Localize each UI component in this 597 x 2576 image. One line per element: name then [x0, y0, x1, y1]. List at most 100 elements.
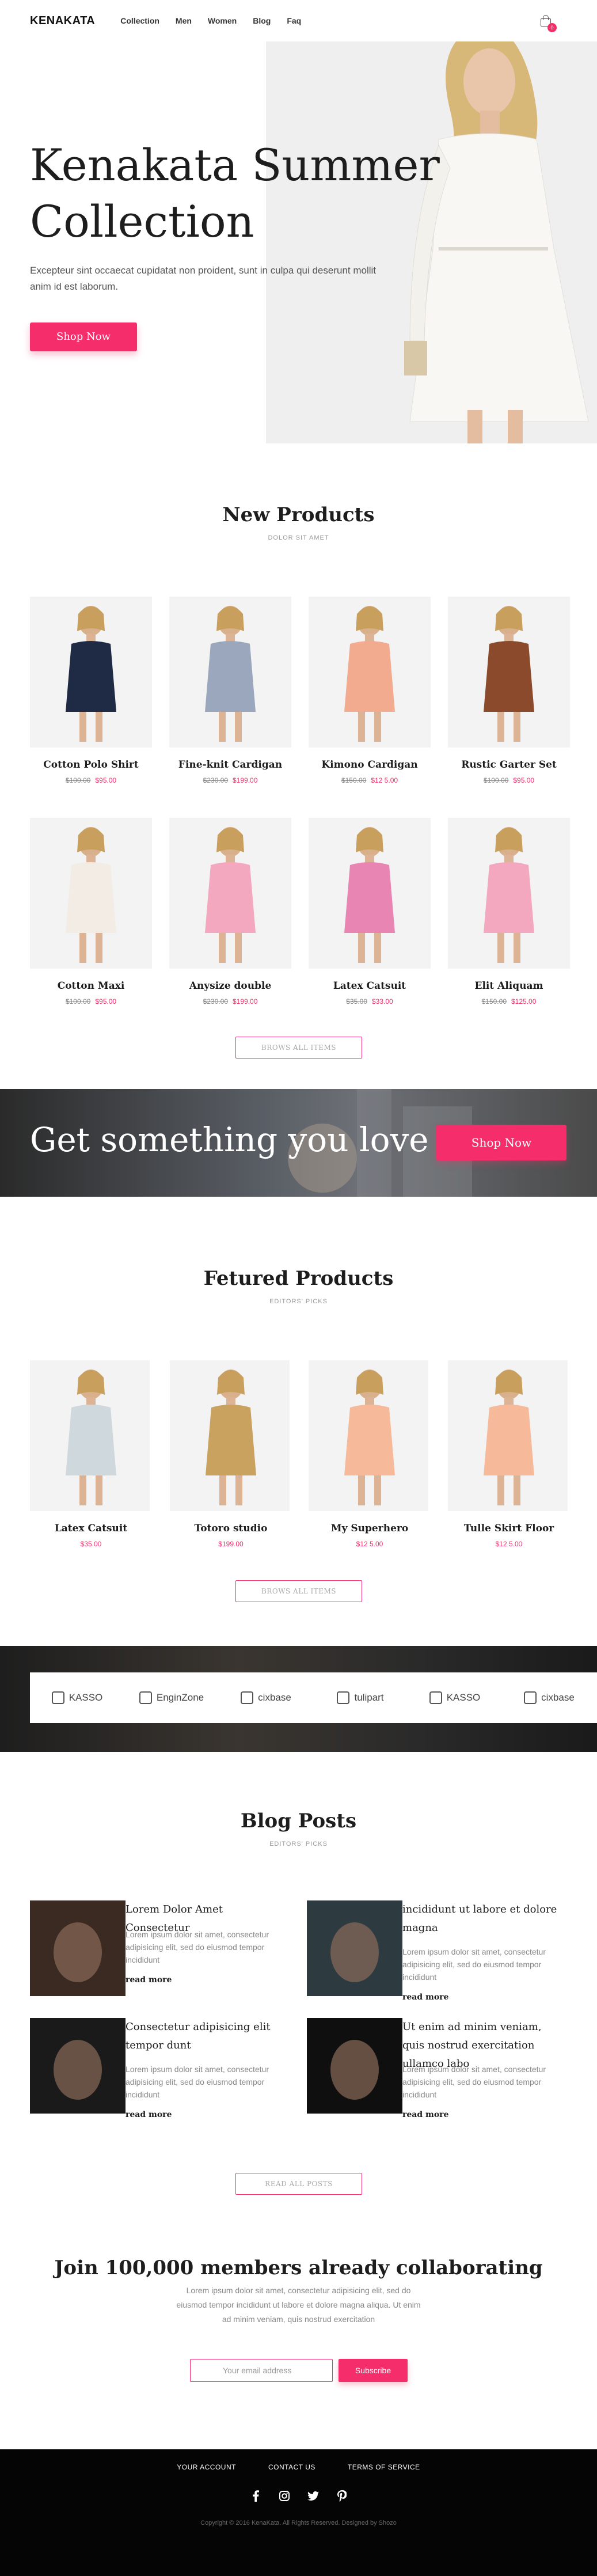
site-logo[interactable]: KENAKATA — [30, 14, 95, 28]
blog-post-image[interactable] — [30, 1900, 126, 1996]
footer-social — [0, 2490, 597, 2502]
product-image[interactable] — [30, 1360, 150, 1511]
brand-logo[interactable]: KASSO — [30, 1691, 124, 1704]
product-image[interactable] — [309, 1360, 428, 1511]
blog-post-card[interactable]: incididunt ut labore et dolore magna Lore… — [307, 1900, 566, 2002]
product-name[interactable]: Latex Catsuit — [30, 1523, 152, 1534]
brand-name: EnginZone — [156, 1692, 204, 1703]
product-image[interactable] — [30, 818, 152, 969]
banner-headline: Get something you love — [30, 1120, 429, 1159]
product-image[interactable] — [448, 1360, 568, 1511]
featured-products-subtitle: EDITORS' PICKS — [269, 1298, 328, 1305]
product-image[interactable] — [170, 1360, 290, 1511]
brand-logo[interactable]: cixbase — [219, 1691, 313, 1704]
read-more-link[interactable]: read more — [126, 2110, 172, 2119]
product-card[interactable]: Cotton Maxi $100.00 $95.00 — [30, 818, 152, 1006]
twitter-icon[interactable] — [307, 2490, 320, 2502]
product-card[interactable]: Anysize double $230.00 $199.00 — [169, 818, 291, 1006]
product-image[interactable] — [448, 597, 570, 748]
browse-featured-button[interactable]: BROWS ALL ITEMS — [235, 1580, 362, 1602]
nav-item-blog[interactable]: Blog — [253, 16, 271, 25]
product-card[interactable]: Rustic Garter Set $100.00 $95.00 — [448, 597, 570, 784]
nav-item-women[interactable]: Women — [208, 16, 237, 25]
browse-new-products-button[interactable]: BROWS ALL ITEMS — [235, 1037, 362, 1059]
blog-post-card[interactable]: Ut enim ad minim veniam, quis nostrud ex… — [307, 2018, 566, 2119]
product-name[interactable]: Cotton Maxi — [30, 980, 152, 992]
product-price: $150.00 $12 5.00 — [309, 776, 431, 784]
product-card[interactable]: Latex Catsuit $35.00 $33.00 — [309, 818, 431, 1006]
footer-link-contact[interactable]: CONTACT US — [268, 2463, 315, 2471]
brand-logo[interactable]: EnginZone — [124, 1691, 219, 1704]
nav-item-collection[interactable]: Collection — [120, 16, 159, 25]
blog-post-image[interactable] — [30, 2018, 126, 2114]
brand-logo[interactable]: cixbase — [502, 1691, 596, 1704]
product-name[interactable]: Elit Aliquam — [448, 980, 570, 992]
cart-button[interactable]: 0 — [541, 15, 557, 32]
product-price: $150.00 $125.00 — [448, 997, 570, 1006]
blog-post-title[interactable]: incididunt ut labore et dolore magna — [402, 1900, 566, 1937]
product-name[interactable]: Tulle Skirt Floor — [448, 1523, 570, 1534]
banner-shop-now-button[interactable]: Shop Now — [436, 1125, 566, 1160]
read-more-link[interactable]: read more — [126, 1975, 172, 1985]
featured-product-card[interactable]: Latex Catsuit $35.00 — [30, 1360, 152, 1548]
brand-name: cixbase — [541, 1692, 575, 1703]
read-more-link[interactable]: read more — [402, 2110, 448, 2119]
product-name[interactable]: Latex Catsuit — [309, 980, 431, 992]
cixbase-logo-icon — [241, 1691, 254, 1704]
instagram-icon[interactable] — [278, 2490, 291, 2502]
featured-product-card[interactable]: Tulle Skirt Floor $12 5.00 — [448, 1360, 570, 1548]
product-name[interactable]: Kimono Cardigan — [309, 759, 431, 771]
blog-post-card[interactable]: Lorem Dolor Amet Consectetur Lorem ipsum … — [30, 1900, 289, 1996]
product-card[interactable]: Cotton Polo Shirt $100.00 $95.00 — [30, 597, 152, 784]
product-price: $12 5.00 — [309, 1540, 431, 1548]
product-old-price: $230.00 — [203, 776, 228, 784]
footer-link-account[interactable]: YOUR ACCOUNT — [177, 2463, 236, 2471]
featured-product-card[interactable]: Totoro studio $199.00 — [170, 1360, 292, 1548]
product-name[interactable]: Anysize double — [169, 980, 291, 992]
product-image[interactable] — [169, 597, 291, 748]
product-card[interactable]: Kimono Cardigan $150.00 $12 5.00 — [309, 597, 431, 784]
main-nav: Collection Men Women Blog Faq — [120, 16, 301, 25]
pinterest-icon[interactable] — [336, 2490, 348, 2502]
product-price: $230.00 $199.00 — [169, 776, 291, 784]
product-card[interactable]: Elit Aliquam $150.00 $125.00 — [448, 818, 570, 1006]
subscribe-button[interactable]: Subscribe — [339, 2359, 408, 2382]
product-price: $12 5.00 — [448, 1540, 570, 1548]
product-card[interactable]: Fine-knit Cardigan $230.00 $199.00 — [169, 597, 291, 784]
footer-link-terms[interactable]: TERMS OF SERVICE — [348, 2463, 420, 2471]
product-sale-price: $199.00 — [233, 997, 258, 1006]
blog-post-image[interactable] — [307, 1900, 402, 1996]
product-name[interactable]: Totoro studio — [170, 1523, 292, 1534]
blog-post-image[interactable] — [307, 2018, 402, 2114]
nav-item-faq[interactable]: Faq — [287, 16, 301, 25]
read-more-link[interactable]: read more — [402, 1993, 448, 2002]
brands-section: KASSO EnginZone cixbase tulipart KASSO cixbas… — [0, 1646, 597, 1752]
read-all-posts-button[interactable]: READ ALL POSTS — [235, 2173, 362, 2195]
newsletter-email-input[interactable]: Your email address — [190, 2359, 333, 2382]
site-footer: YOUR ACCOUNT CONTACT US TERMS OF SERVICE… — [0, 2449, 597, 2576]
facebook-icon[interactable] — [249, 2490, 262, 2502]
blog-post-card[interactable]: Consectetur adipisicing elit tempor dunt… — [30, 2018, 289, 2119]
product-image[interactable] — [448, 818, 570, 969]
blog-post-title[interactable]: Consectetur adipisicing elit tempor dunt — [126, 2018, 289, 2055]
product-sale-price: $95.00 — [95, 997, 117, 1006]
product-name[interactable]: Fine-knit Cardigan — [169, 759, 291, 771]
product-image[interactable] — [309, 597, 431, 748]
product-old-price: $230.00 — [203, 997, 228, 1006]
brand-logo[interactable]: tulipart — [313, 1691, 408, 1704]
product-sale-price: $12 5.00 — [495, 1540, 523, 1548]
kasso-logo-icon — [429, 1691, 442, 1704]
product-image[interactable] — [309, 818, 431, 969]
product-old-price: $150.00 — [341, 776, 367, 784]
brand-logo[interactable]: KASSO — [408, 1691, 502, 1704]
product-image[interactable] — [169, 818, 291, 969]
hero-shop-now-button[interactable]: Shop Now — [30, 323, 137, 351]
product-name[interactable]: Cotton Polo Shirt — [30, 759, 152, 771]
product-name[interactable]: Rustic Garter Set — [448, 759, 570, 771]
footer-links: YOUR ACCOUNT CONTACT US TERMS OF SERVICE — [0, 2463, 597, 2471]
featured-product-card[interactable]: My Superhero $12 5.00 — [309, 1360, 431, 1548]
product-name[interactable]: My Superhero — [309, 1523, 431, 1534]
nav-item-men[interactable]: Men — [176, 16, 192, 25]
product-image[interactable] — [30, 597, 152, 748]
promo-banner: Get something you love Shop Now — [0, 1089, 597, 1197]
